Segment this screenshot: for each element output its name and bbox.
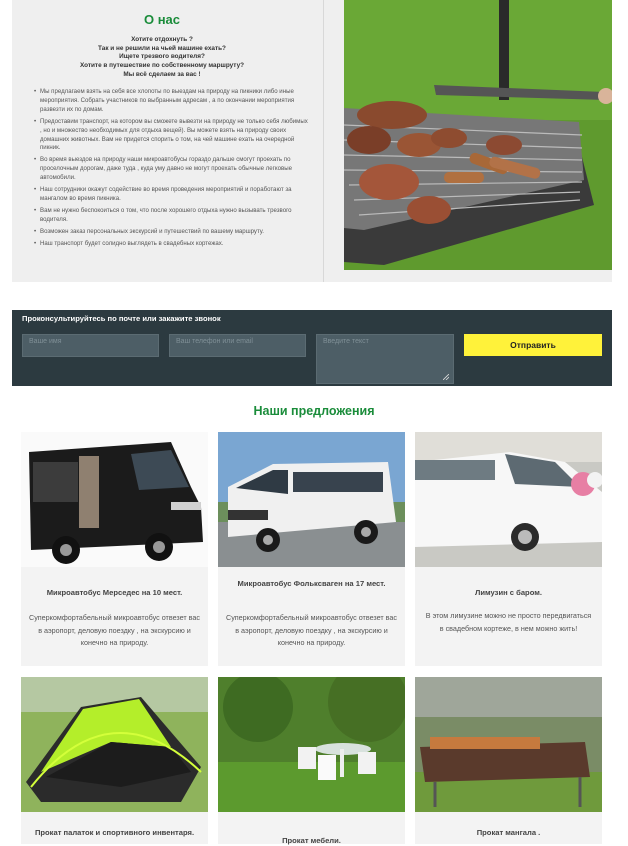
resize-handle-icon[interactable] [443, 374, 449, 380]
offer-card-brazier[interactable]: Прокат мангала . [415, 677, 602, 844]
offers-title: Наши предложения [253, 404, 375, 418]
about-title: О нас [143, 12, 181, 27]
about-text-column: О нас Хотите отдохнуть ? Так и не решили… [12, 0, 312, 282]
about-question: Ищете трезвого водителя? [119, 53, 205, 61]
consult-form: Проконсультируйтесь по почте или закажит… [12, 310, 612, 386]
message-placeholder: Введите текст [323, 338, 369, 345]
tent-photo [21, 677, 208, 812]
offer-card-desc: В этом лимузине можно не просто передвиг… [425, 611, 592, 633]
about-list-item: Возможен заказ персональных экскурсий и … [34, 228, 310, 237]
offer-card-volkswagen[interactable]: Микроавтобус Фольксваген на 17 мест. Суп… [218, 432, 405, 666]
offer-card-title: Прокат палаток и спортивного инвентаря. [34, 828, 195, 837]
about-question: Так и не решили на чьей машине ехать? [98, 44, 226, 52]
about-list-item: Наш сотрудники окажут содействие во врем… [34, 186, 310, 204]
white-limousine-photo [415, 432, 602, 567]
about-question: Хотите в путешествие по собственному мар… [79, 62, 245, 70]
white-minibus-photo [218, 432, 405, 567]
bbq-grill-photo [344, 0, 612, 270]
offer-card-desc: Суперкомфортабельный микроавтобус отвезе… [29, 613, 200, 647]
offer-card-tents[interactable]: Прокат палаток и спортивного инвентаря. [21, 677, 208, 844]
offer-card-title: Прокат мебели. [282, 836, 341, 845]
message-textarea[interactable]: Введите текст [316, 334, 454, 384]
phone-email-input[interactable]: Ваш телефон или email [169, 334, 306, 357]
offer-card-title: Микроавтобус Мерседес на 10 мест. [46, 588, 183, 597]
about-list-item: Вам не нужно беспокоиться о том, что пос… [34, 207, 310, 225]
about-question: Мы всё сделаем за вас ! [123, 70, 201, 78]
offer-card-title: Лимузин с баром. [475, 588, 542, 597]
name-input[interactable]: Ваше имя [22, 334, 159, 357]
about-questions: Хотите отдохнуть ? Так и не решили на чь… [12, 36, 312, 80]
garden-furniture-photo [218, 677, 405, 812]
consult-title: Проконсультируйтесь по почте или закажит… [22, 314, 221, 323]
offer-card-desc: Суперкомфортабельный микроавтобус отвезе… [226, 613, 397, 647]
about-list-item: Наш транспорт будет солидно выглядеть в … [34, 240, 310, 249]
offer-card-title: Прокат мангала . [476, 828, 541, 837]
about-question: Хотите отдохнуть ? [131, 36, 193, 43]
send-button[interactable]: Отправить [464, 334, 602, 356]
offer-card-title: Микроавтобус Фольксваген на 17 мест. [237, 579, 386, 588]
about-divider [323, 0, 324, 282]
offer-card-mercedes[interactable]: Микроавтобус Мерседес на 10 мест. Суперк… [21, 432, 208, 666]
brazier-photo [415, 677, 602, 812]
about-section: О нас Хотите отдохнуть ? Так и не решили… [12, 0, 612, 282]
about-list: Мы предлагаем взять на себя все хлопоты … [34, 88, 310, 252]
about-list-item: Во время выездов на природу наши микроав… [34, 156, 310, 183]
black-minibus-photo [21, 432, 208, 567]
about-list-item: Мы предлагаем взять на себя все хлопоты … [34, 88, 310, 115]
offer-card-furniture[interactable]: Прокат мебели. [218, 677, 405, 845]
about-list-item: Предоставим транспорт, на котором вы смо… [34, 118, 310, 154]
offer-card-limousine[interactable]: Лимузин с баром. В этом лимузине можно н… [415, 432, 602, 666]
